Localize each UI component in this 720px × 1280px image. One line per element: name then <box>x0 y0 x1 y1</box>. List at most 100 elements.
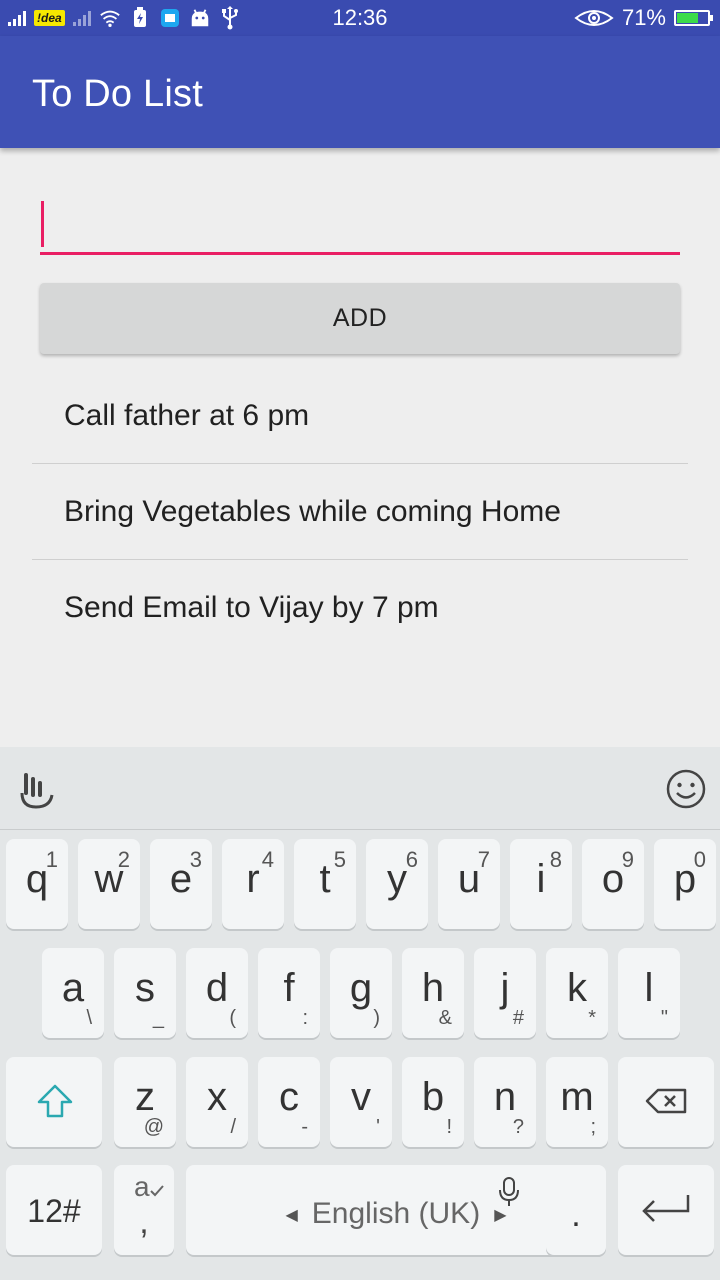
key-number-hint: 3 <box>189 847 202 872</box>
android-icon <box>189 7 211 29</box>
key-number-hint: 1 <box>45 847 58 872</box>
message-app-icon <box>159 7 181 29</box>
key-label: c <box>279 1075 299 1119</box>
key-number-hint: 2 <box>117 847 130 872</box>
touchpal-logo-icon[interactable] <box>14 767 58 811</box>
key-u[interactable]: u7 <box>438 839 500 929</box>
period-key[interactable]: . <box>546 1165 606 1255</box>
key-g[interactable]: g) <box>330 948 392 1038</box>
key-label: i <box>536 857 546 901</box>
todo-input[interactable] <box>40 195 680 253</box>
key-i[interactable]: i8 <box>510 839 572 929</box>
key-symbol-hint: " <box>660 1007 668 1029</box>
list-item[interactable]: Call father at 6 pm <box>32 368 688 464</box>
key-symbol-hint: @ <box>143 1116 164 1138</box>
cell-signal-icon <box>8 10 26 26</box>
language-next-icon: ▶ <box>494 1207 507 1225</box>
key-label: l <box>644 966 654 1010</box>
list-item[interactable]: Send Email to Vijay by 7 pm <box>32 560 688 656</box>
key-p[interactable]: p0 <box>654 839 716 929</box>
key-label: r <box>246 857 260 901</box>
key-symbol-hint: / <box>230 1116 236 1138</box>
key-label: w <box>94 857 124 901</box>
key-q[interactable]: q1 <box>6 839 68 929</box>
key-symbol-hint: ; <box>590 1116 596 1138</box>
key-y[interactable]: y6 <box>366 839 428 929</box>
key-label: j <box>500 966 510 1010</box>
key-label: f <box>283 966 295 1010</box>
key-n[interactable]: n? <box>474 1057 536 1147</box>
key-s[interactable]: s _ <box>114 948 176 1038</box>
key-b[interactable]: b! <box>402 1057 464 1147</box>
comma-key-hint: a <box>134 1171 150 1202</box>
todo-list: Call father at 6 pm Bring Vegetables whi… <box>32 368 688 656</box>
check-icon <box>150 1185 164 1197</box>
key-label: d <box>205 966 229 1010</box>
charge-clip-icon <box>129 7 151 29</box>
todo-input-field[interactable] <box>40 195 680 257</box>
emoji-icon[interactable] <box>664 767 708 811</box>
key-label: b <box>421 1075 445 1119</box>
key-symbol-hint: ? <box>512 1116 524 1138</box>
key-symbol-hint: * <box>588 1007 596 1029</box>
numbers-key[interactable]: 12# <box>6 1165 102 1255</box>
battery-percent: 71% <box>621 5 666 30</box>
shift-key[interactable] <box>6 1057 102 1147</box>
keyboard-toolbar <box>0 747 720 830</box>
key-x[interactable]: x / <box>186 1057 248 1147</box>
key-label: q <box>25 857 49 901</box>
key-d[interactable]: d( <box>186 948 248 1038</box>
key-symbol-hint: _ <box>152 1007 164 1029</box>
input-underline <box>40 252 680 255</box>
key-j[interactable]: j # <box>474 948 536 1038</box>
status-bar: !dea 12:36 71% <box>0 0 720 36</box>
key-k[interactable]: k * <box>546 948 608 1038</box>
key-label: m <box>560 1075 594 1119</box>
carrier-label: !dea <box>34 10 65 26</box>
key-w[interactable]: w2 <box>78 839 140 929</box>
key-o[interactable]: o9 <box>582 839 644 929</box>
comma-key[interactable]: a , <box>114 1165 174 1255</box>
key-symbol-hint: ! <box>446 1116 452 1138</box>
key-z[interactable]: z @ <box>114 1057 176 1147</box>
key-v[interactable]: v ' <box>330 1057 392 1147</box>
wifi-icon <box>99 7 121 29</box>
key-number-hint: 8 <box>549 847 562 872</box>
text-cursor <box>41 201 44 247</box>
key-symbol-hint: - <box>301 1116 308 1138</box>
app-bar: To Do List <box>0 36 720 148</box>
key-label: a <box>61 966 85 1010</box>
key-symbol-hint: & <box>438 1007 452 1029</box>
key-e[interactable]: e3 <box>150 839 212 929</box>
key-number-hint: 7 <box>477 847 490 872</box>
key-number-hint: 4 <box>261 847 274 872</box>
key-label: t <box>319 857 331 901</box>
key-l[interactable]: l " <box>618 948 680 1038</box>
period-key-label: . <box>571 1196 581 1234</box>
key-number-hint: 6 <box>405 847 418 872</box>
list-item[interactable]: Bring Vegetables while coming Home <box>32 464 688 560</box>
key-symbol-hint: ( <box>229 1007 236 1029</box>
backspace-key[interactable] <box>618 1057 714 1147</box>
key-label: y <box>387 857 407 901</box>
key-symbol-hint: \ <box>86 1007 92 1029</box>
enter-key[interactable] <box>618 1165 714 1255</box>
key-label: z <box>135 1075 155 1119</box>
key-number-hint: 5 <box>333 847 346 872</box>
key-label: n <box>493 1075 517 1119</box>
key-label: h <box>421 966 445 1010</box>
add-button[interactable]: ADD <box>40 283 680 354</box>
space-key[interactable]: ◀ English (UK) ▶ <box>186 1165 606 1255</box>
key-r[interactable]: r4 <box>222 839 284 929</box>
key-c[interactable]: c- <box>258 1057 320 1147</box>
key-symbol-hint: ' <box>376 1116 380 1138</box>
key-t[interactable]: t5 <box>294 839 356 929</box>
key-m[interactable]: m; <box>546 1057 608 1147</box>
clock: 12:36 <box>332 5 388 30</box>
key-label: k <box>567 966 587 1010</box>
key-f[interactable]: f: <box>258 948 320 1038</box>
key-h[interactable]: h & <box>402 948 464 1038</box>
space-key-label: English (UK) <box>311 1197 481 1230</box>
usb-icon <box>219 6 241 30</box>
key-a[interactable]: a \ <box>42 948 104 1038</box>
